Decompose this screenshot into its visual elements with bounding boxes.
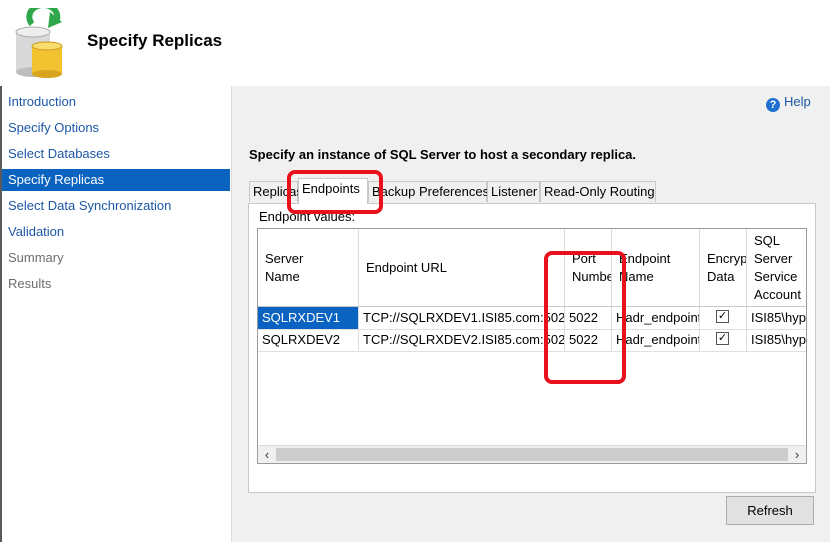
scroll-right-icon[interactable]: ›: [788, 446, 806, 463]
cell-endpoint-name[interactable]: Hadr_endpoint: [612, 307, 700, 329]
tab-read-only-routing[interactable]: Read-Only Routing: [540, 181, 656, 202]
main-panel: ? Help Specify an instance of SQL Server …: [232, 86, 830, 542]
col-header-endpoint-url[interactable]: Endpoint URL: [359, 229, 565, 306]
endpoint-values-label: Endpoint values:: [259, 209, 356, 224]
cell-service-account[interactable]: ISI85\hyper: [747, 307, 806, 329]
endpoints-tab-panel: Endpoint values: Server Name Endpoint UR…: [248, 203, 816, 493]
tab-listener[interactable]: Listener: [487, 181, 540, 202]
col-header-encrypt-data[interactable]: Encrypt Data: [700, 229, 747, 306]
col-header-port-number[interactable]: Port Number: [565, 229, 612, 306]
cell-server-name[interactable]: SQLRXDEV1: [258, 307, 359, 329]
tab-replicas[interactable]: Replicas: [249, 181, 303, 202]
sidebar-item-specify-replicas[interactable]: Specify Replicas: [2, 169, 230, 191]
sidebar-item-results: Results: [8, 276, 52, 291]
help-icon: ?: [766, 98, 780, 112]
encrypt-checkbox[interactable]: ✓: [716, 332, 729, 345]
table-row[interactable]: SQLRXDEV1 TCP://SQLRXDEV1.ISI85.com:5022…: [258, 307, 806, 330]
cell-endpoint-name[interactable]: Hadr_endpoint: [612, 329, 700, 351]
cell-port-number[interactable]: 5022: [565, 307, 612, 329]
endpoints-grid: Server Name Endpoint URL Port Number End…: [257, 228, 807, 464]
scroll-left-icon[interactable]: ‹: [258, 446, 276, 463]
cell-endpoint-url[interactable]: TCP://SQLRXDEV2.ISI85.com:5022: [359, 329, 565, 351]
sidebar-item-select-databases[interactable]: Select Databases: [2, 143, 230, 165]
sidebar-item-introduction[interactable]: Introduction: [2, 91, 230, 113]
col-header-endpoint-name[interactable]: Endpoint Name: [612, 229, 700, 306]
instruction-text: Specify an instance of SQL Server to hos…: [249, 147, 637, 162]
cell-encrypt-data: ✓: [700, 307, 747, 329]
horizontal-scrollbar[interactable]: ‹ ›: [258, 445, 806, 463]
database-sync-icon: [15, 8, 63, 78]
table-row[interactable]: SQLRXDEV2 TCP://SQLRXDEV2.ISI85.com:5022…: [258, 329, 806, 352]
refresh-button[interactable]: Refresh: [726, 496, 814, 525]
sidebar-item-summary: Summary: [8, 250, 64, 265]
sidebar-item-validation[interactable]: Validation: [2, 221, 230, 243]
cell-endpoint-url[interactable]: TCP://SQLRXDEV1.ISI85.com:5022: [359, 307, 565, 329]
cell-service-account[interactable]: ISI85\hyper: [747, 329, 806, 351]
col-header-service-account[interactable]: SQL Server Service Account: [747, 229, 806, 306]
help-link[interactable]: ? Help: [766, 94, 811, 112]
encrypt-checkbox[interactable]: ✓: [716, 310, 729, 323]
sidebar-item-specify-options[interactable]: Specify Options: [2, 117, 230, 139]
cell-encrypt-data: ✓: [700, 329, 747, 351]
col-header-server-name[interactable]: Server Name: [258, 229, 359, 306]
cell-port-number[interactable]: 5022: [565, 329, 612, 351]
tab-endpoints[interactable]: Endpoints: [298, 178, 368, 204]
grid-header: Server Name Endpoint URL Port Number End…: [258, 229, 806, 307]
help-label: Help: [784, 94, 811, 109]
wizard-steps-sidebar: Introduction Specify Options Select Data…: [2, 86, 232, 542]
tab-backup-preferences[interactable]: Backup Preferences: [368, 181, 489, 202]
cell-server-name[interactable]: SQLRXDEV2: [258, 329, 359, 351]
page-title: Specify Replicas: [87, 31, 223, 50]
scrollbar-thumb[interactable]: [276, 448, 788, 461]
wizard-header: Specify Replicas: [0, 0, 830, 86]
sidebar-item-select-data-synchronization[interactable]: Select Data Synchronization: [2, 195, 230, 217]
